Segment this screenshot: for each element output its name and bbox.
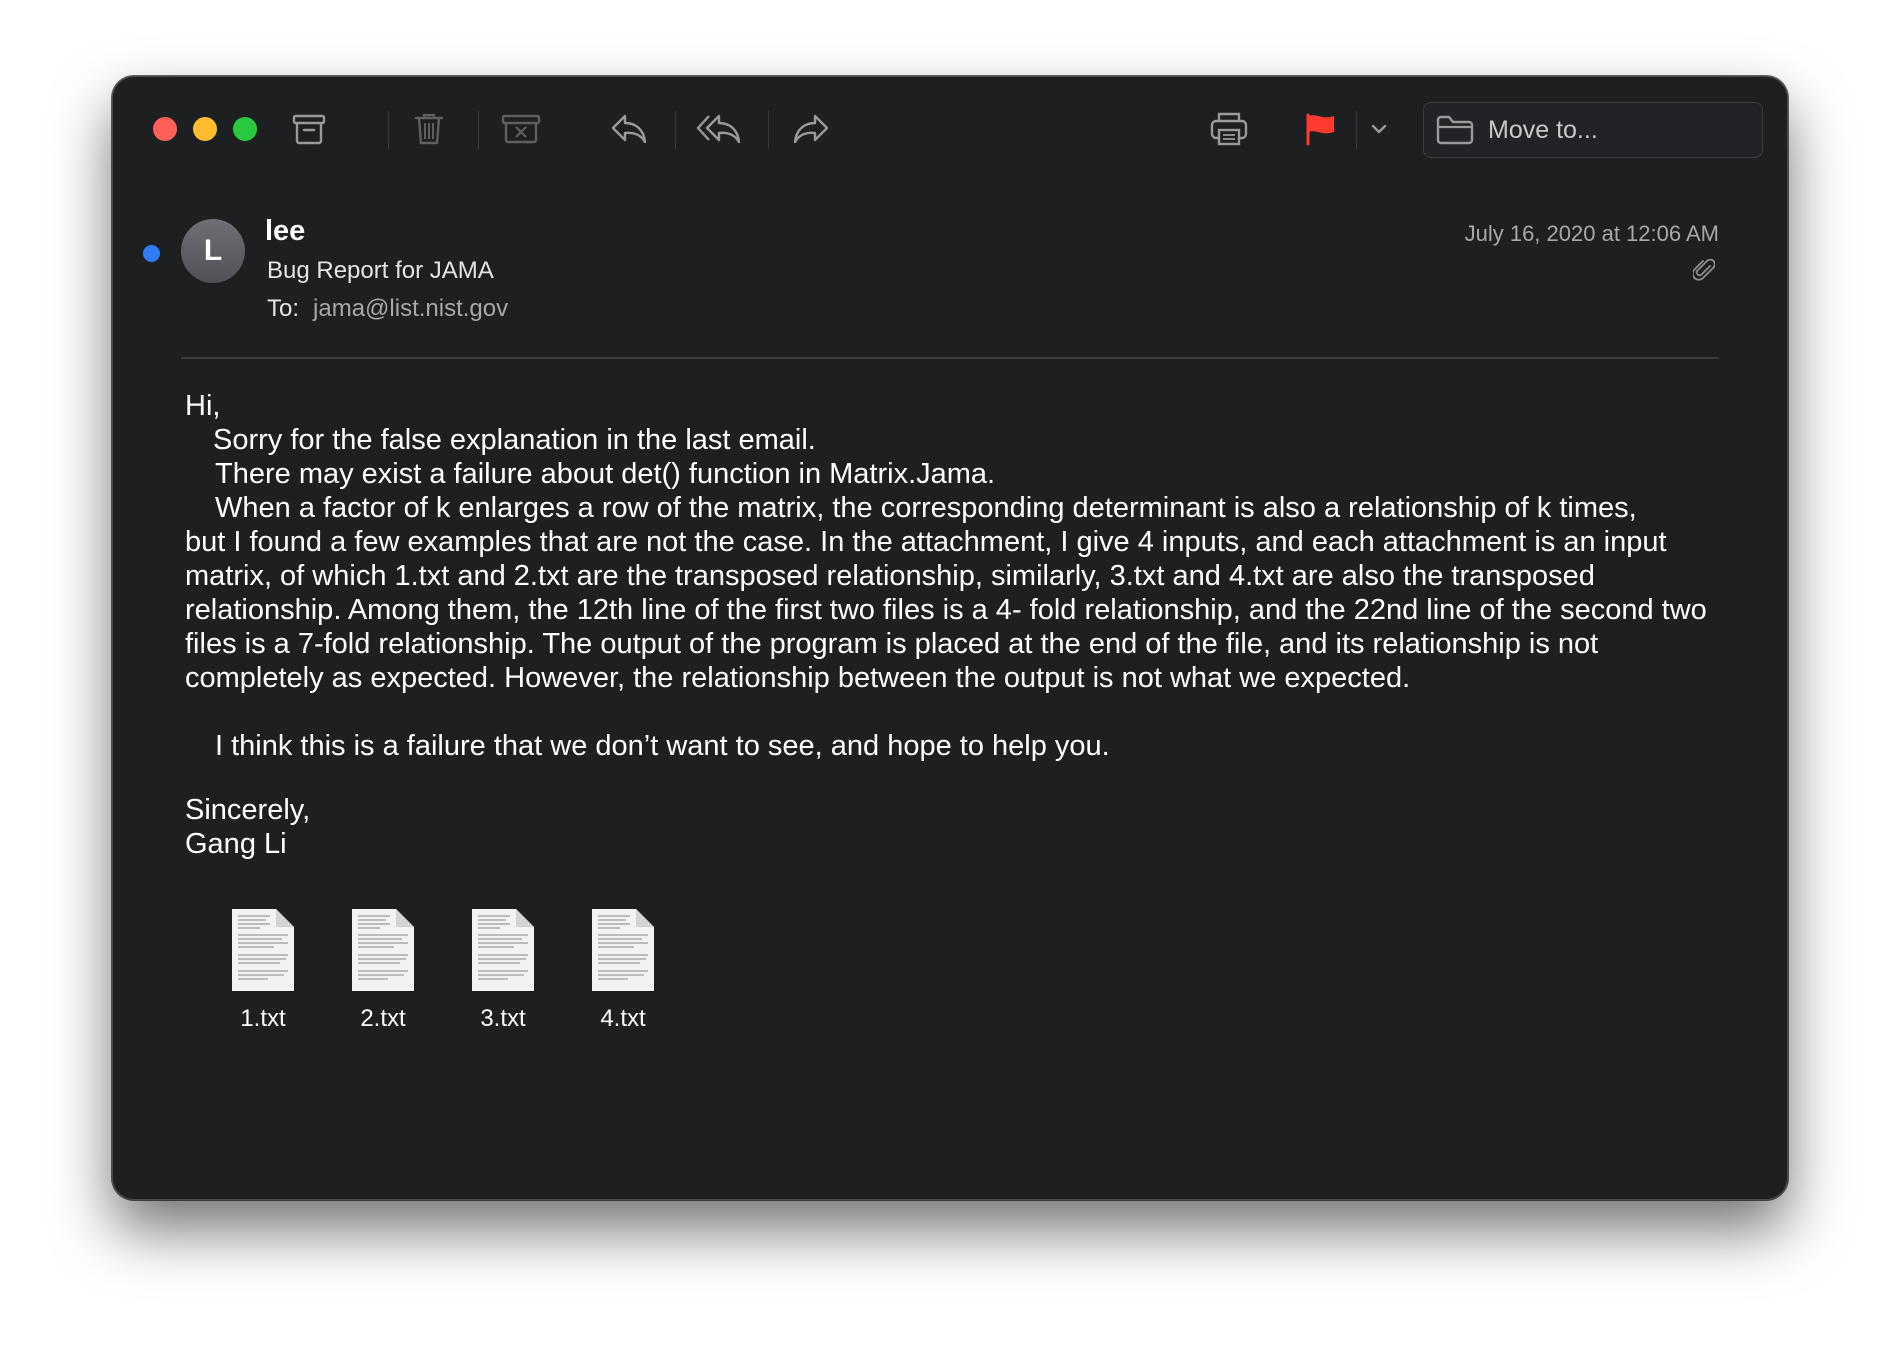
body-paragraph-start: When a factor of k enlarges a row of the… <box>215 492 1637 524</box>
closing: Sincerely, <box>185 794 311 826</box>
body-line: Sorry for the false explanation in the l… <box>213 424 816 456</box>
delete-button[interactable] <box>403 105 455 153</box>
move-to-label: Move to... <box>1488 115 1598 144</box>
recipient-row: To: jama@list.nist.gov <box>267 295 508 323</box>
junk-icon <box>501 114 541 144</box>
trash-icon <box>414 113 444 145</box>
attachment-filename: 3.txt <box>480 1005 526 1032</box>
attachment-item[interactable]: 2.txt <box>323 907 443 1033</box>
flag-icon <box>1306 113 1334 146</box>
print-icon <box>1210 112 1248 146</box>
folder-icon <box>1436 115 1474 145</box>
attachment-filename: 4.txt <box>600 1005 646 1032</box>
recipient-address[interactable]: jama@list.nist.gov <box>313 295 508 322</box>
signature: Gang Li <box>185 828 287 860</box>
archive-button[interactable] <box>283 105 335 153</box>
toolbar-separator <box>388 111 389 149</box>
attachment-item[interactable]: 4.txt <box>563 907 683 1033</box>
reply-icon <box>611 114 647 144</box>
avatar-letter: L <box>203 234 223 267</box>
header-divider <box>181 357 1719 359</box>
text-file-icon <box>232 909 294 991</box>
zoom-window-button[interactable] <box>233 117 257 141</box>
sender-name[interactable]: lee <box>265 215 305 248</box>
attachment-item[interactable]: 3.txt <box>443 907 563 1033</box>
mail-window: Move to... L lee Bug Report for JAMA To:… <box>112 76 1788 1200</box>
attachment-list: 1.txt 2.txt 3.txt 4.txt <box>203 907 683 1033</box>
archive-icon <box>292 114 326 145</box>
flag-menu-button[interactable] <box>1361 105 1397 153</box>
unread-indicator <box>143 245 160 262</box>
print-button[interactable] <box>1203 105 1255 153</box>
body-line: There may exist a failure about det() fu… <box>215 458 996 490</box>
chevron-down-icon <box>1371 124 1387 134</box>
attachment-filename: 1.txt <box>240 1005 286 1032</box>
subject-line: Bug Report for JAMA <box>267 257 494 284</box>
move-to-dropdown[interactable]: Move to... <box>1423 102 1763 158</box>
avatar: L <box>181 219 245 283</box>
greeting: Hi, <box>185 390 221 422</box>
reply-all-button[interactable] <box>693 105 745 153</box>
forward-icon <box>793 114 829 144</box>
text-file-icon <box>592 909 654 991</box>
text-file-icon <box>352 909 414 991</box>
reply-all-icon <box>696 114 741 144</box>
reply-button[interactable] <box>603 105 655 153</box>
toolbar-separator <box>1356 111 1357 149</box>
forward-button[interactable] <box>785 105 837 153</box>
text-file-icon <box>472 909 534 991</box>
body-line: I think this is a failure that we don’t … <box>215 730 1110 762</box>
message-date: July 16, 2020 at 12:06 AM <box>1464 221 1719 246</box>
toolbar-separator <box>675 111 676 149</box>
attachment-item[interactable]: 1.txt <box>203 907 323 1033</box>
body-paragraph: but I found a few examples that are not … <box>185 526 1707 694</box>
flag-button[interactable] <box>1295 105 1347 153</box>
toolbar-separator <box>478 111 479 149</box>
close-window-button[interactable] <box>153 117 177 141</box>
attachment-filename: 2.txt <box>360 1005 406 1032</box>
to-label: To: <box>267 295 300 322</box>
junk-button[interactable] <box>495 105 547 153</box>
toolbar-separator <box>768 111 769 149</box>
paperclip-icon <box>1691 257 1716 288</box>
minimize-window-button[interactable] <box>193 117 217 141</box>
message-body: Hi, Sorry for the false explanation in t… <box>185 389 1725 861</box>
toolbar: Move to... <box>113 77 1787 177</box>
